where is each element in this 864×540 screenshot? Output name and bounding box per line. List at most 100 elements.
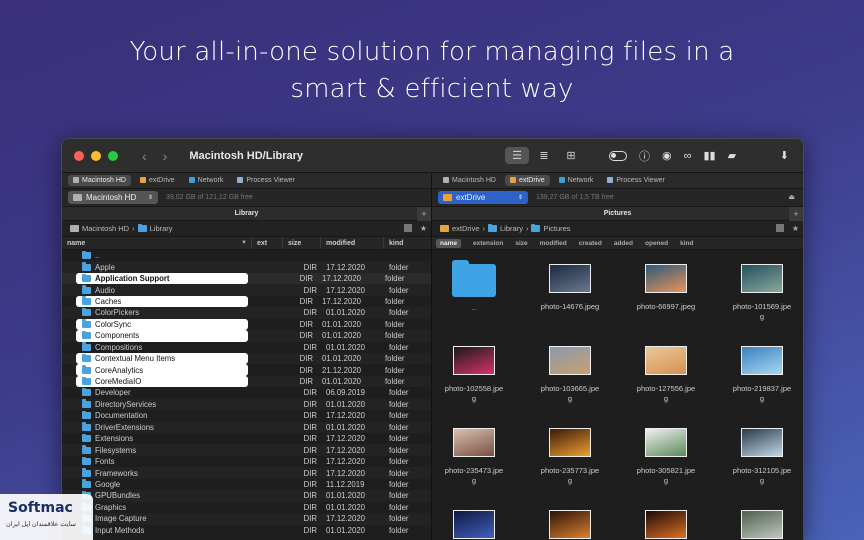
- close-button[interactable]: [74, 150, 84, 161]
- breadcrumb-item[interactable]: Macintosh HD: [82, 224, 129, 233]
- file-row[interactable]: Application Support DIR 17.12.2020 folder: [62, 272, 431, 285]
- photo-thumbnail: [741, 346, 783, 375]
- zoom-button[interactable]: [108, 150, 118, 161]
- photo-item[interactable]: [522, 510, 618, 540]
- col-kind[interactable]: kind: [384, 237, 429, 249]
- file-row[interactable]: ..: [62, 250, 431, 261]
- breadcrumb-item[interactable]: Library: [500, 224, 523, 233]
- file-row[interactable]: GPUBundles DIR 01.01.2020 folder: [62, 490, 431, 502]
- photo-item[interactable]: photo-14676.jpeg: [522, 264, 618, 312]
- file-row[interactable]: Frameworks DIR 17.12.2020 folder: [62, 467, 431, 479]
- download-icon[interactable]: ⬇: [780, 149, 789, 162]
- detail-view-icon[interactable]: ≣: [532, 147, 556, 164]
- headline-line-1: Your all-in-one solution for managing fi…: [129, 37, 735, 67]
- file-row[interactable]: Image Capture DIR 17.12.2020 folder: [62, 513, 431, 525]
- file-modified-cell: 17.12.2020: [326, 445, 366, 455]
- file-modified-cell: 11.12.2019: [326, 479, 365, 489]
- square-icon[interactable]: [403, 224, 412, 232]
- file-row[interactable]: Developer DIR 06.09.2019 folder: [62, 387, 431, 398]
- col-modified[interactable]: modified: [321, 237, 384, 249]
- file-row[interactable]: CoreAnalytics DIR 21.12.2020 folder: [62, 364, 431, 376]
- square-icon[interactable]: [775, 224, 784, 232]
- file-row[interactable]: ColorPickers DIR 01.01.2020 folder: [62, 307, 431, 319]
- col-opened[interactable]: opened: [645, 240, 668, 247]
- folder-icon[interactable]: ▰: [728, 149, 736, 162]
- file-row[interactable]: Fonts DIR 17.12.2020 folder: [62, 456, 431, 467]
- left-tab[interactable]: Network: [184, 175, 229, 186]
- right-tab[interactable]: extDrive: [504, 175, 550, 186]
- breadcrumb-item[interactable]: Library: [150, 224, 173, 233]
- photo-item[interactable]: photo-102558.jpe g: [432, 346, 522, 404]
- folder-icon: [82, 296, 91, 305]
- eye-icon[interactable]: ◉: [662, 149, 672, 162]
- list-view-icon[interactable]: ☰: [505, 147, 529, 164]
- right-volume-select[interactable]: extDrive ⇕: [438, 191, 528, 204]
- photo-item[interactable]: photo-219837.jpe g: [714, 346, 803, 404]
- add-tab-button[interactable]: +: [417, 207, 431, 221]
- photo-item[interactable]: photo-235773.jpe g: [522, 428, 618, 486]
- col-created[interactable]: created: [579, 240, 602, 247]
- file-row[interactable]: Filesystems DIR 17.12.2020 folder: [62, 444, 431, 456]
- file-row[interactable]: CoreMediaIO DIR 01.01.2020 folder: [62, 375, 431, 388]
- folder-icon: [82, 445, 91, 454]
- file-row[interactable]: Graphics DIR 01.01.2020 folder: [62, 502, 431, 513]
- file-row[interactable]: Google DIR 11.12.2019 folder: [62, 479, 431, 490]
- star-icon[interactable]: ★: [792, 224, 799, 233]
- right-tab[interactable]: Macintosh HD: [438, 175, 501, 186]
- binoculars-icon[interactable]: ∞: [684, 150, 692, 162]
- photo-item[interactable]: photo-305821.jpe g: [618, 428, 714, 486]
- col-name[interactable]: name: [436, 238, 461, 248]
- file-size-cell: DIR: [303, 422, 317, 432]
- right-tab[interactable]: Process Viewer: [602, 175, 670, 186]
- file-row[interactable]: ColorSync DIR 01.01.2020 folder: [62, 318, 431, 331]
- photo-item[interactable]: photo-66997.jpeg: [618, 264, 714, 312]
- photo-item[interactable]: photo-312105.jpe g: [714, 428, 803, 486]
- photo-item[interactable]: [714, 510, 803, 540]
- file-row[interactable]: Compositions DIR 01.01.2020 folder: [62, 342, 431, 353]
- file-row[interactable]: DirectoryServices DIR 01.01.2020 folder: [62, 398, 431, 411]
- file-name-cell: Extensions: [62, 433, 252, 444]
- file-row[interactable]: Caches DIR 17.12.2020 folder: [62, 295, 431, 308]
- left-volume-select[interactable]: Macintosh HD ⇕: [68, 191, 158, 204]
- file-row[interactable]: Contextual Menu Items DIR 01.01.2020 folder: [62, 352, 431, 365]
- right-tab[interactable]: Network: [554, 175, 599, 186]
- photo-item[interactable]: photo-235473.jpe g: [432, 428, 522, 486]
- photo-item[interactable]: [432, 510, 522, 540]
- file-row[interactable]: DriverExtensions DIR 01.01.2020 folder: [62, 421, 431, 433]
- col-kind[interactable]: kind: [680, 240, 693, 247]
- photo-item[interactable]: [618, 510, 714, 540]
- left-tab[interactable]: Process Viewer: [232, 175, 300, 186]
- eject-icon[interactable]: ⏏: [788, 193, 795, 201]
- back-arrow-icon[interactable]: ‹: [142, 148, 147, 164]
- breadcrumb-item[interactable]: Pictures: [543, 224, 570, 233]
- file-row[interactable]: Extensions DIR 17.12.2020 folder: [62, 433, 431, 444]
- col-modified[interactable]: modified: [540, 240, 567, 247]
- photo-item[interactable]: photo-127556.jpe g: [618, 346, 714, 404]
- grid-view-icon[interactable]: ⊞: [559, 147, 583, 164]
- col-ext[interactable]: ext: [252, 237, 283, 249]
- file-row[interactable]: Apple DIR 17.12.2020 folder: [62, 261, 431, 273]
- file-ext-cell: [252, 513, 283, 524]
- col-size[interactable]: size: [283, 237, 321, 249]
- photo-item[interactable]: photo-101569.jpe g: [714, 264, 803, 322]
- minimize-button[interactable]: [91, 150, 101, 161]
- col-added[interactable]: added: [614, 240, 633, 247]
- file-row[interactable]: Components DIR 01.01.2020 folder: [62, 330, 431, 342]
- col-size[interactable]: size: [515, 240, 527, 247]
- split-view-icon[interactable]: ▮▮: [703, 149, 715, 162]
- file-row[interactable]: Documentation DIR 17.12.2020 folder: [62, 410, 431, 421]
- col-name[interactable]: name ▼: [62, 237, 252, 249]
- add-tab-button[interactable]: +: [789, 207, 803, 221]
- breadcrumb-item[interactable]: extDrive: [452, 224, 480, 233]
- file-row[interactable]: Input Methods DIR 01.01.2020 folder: [62, 525, 431, 536]
- parent-folder-item[interactable]: ..: [432, 260, 522, 313]
- star-icon[interactable]: ★: [420, 224, 427, 233]
- photo-item[interactable]: photo-103665.jpe g: [522, 346, 618, 404]
- forward-arrow-icon[interactable]: ›: [163, 148, 168, 164]
- info-icon[interactable]: ⓘ: [639, 148, 650, 164]
- file-row[interactable]: Audio DIR 17.12.2020 folder: [62, 284, 431, 296]
- left-tab[interactable]: Macintosh HD: [68, 175, 131, 186]
- left-tab[interactable]: extDrive: [135, 175, 180, 186]
- col-extension[interactable]: extension: [473, 240, 503, 247]
- toggle-icon[interactable]: [609, 150, 627, 161]
